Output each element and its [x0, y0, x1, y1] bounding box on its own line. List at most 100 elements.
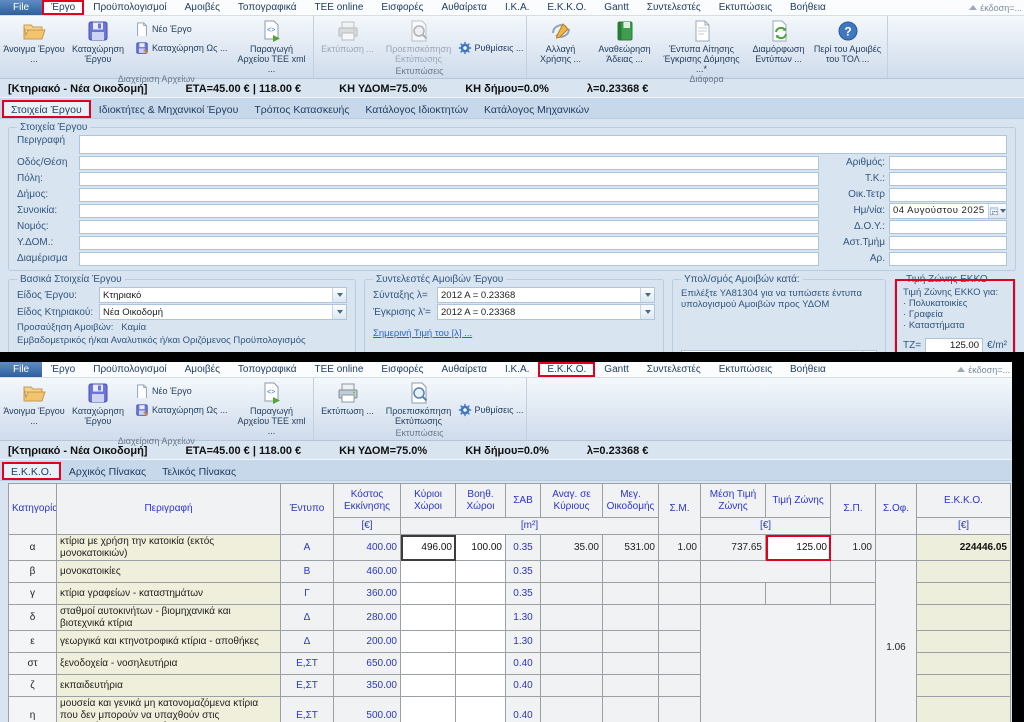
block-input[interactable]: [889, 188, 1007, 202]
menu-item-5[interactable]: ΤΕΕ online: [305, 0, 372, 15]
register-project-button[interactable]: Καταχώρηση Έργου: [66, 378, 130, 426]
calc-method-select[interactable]: ΤΕΕ: [681, 350, 877, 352]
menu-item-2[interactable]: Προϋπολογισμοί: [84, 362, 175, 377]
prefecture-input[interactable]: [79, 220, 819, 234]
cell-main-spaces-ε[interactable]: [401, 631, 456, 653]
ar-input[interactable]: [889, 252, 1007, 266]
cell-aux-spaces-ζ[interactable]: [456, 675, 506, 697]
tab-1[interactable]: Ιδιοκτήτες & Μηχανικοί Έργου: [91, 101, 247, 118]
menu-item-11[interactable]: Συντελεστές: [638, 0, 710, 15]
menu-item-0[interactable]: File: [0, 362, 42, 377]
chevron-down-icon[interactable]: [640, 288, 654, 302]
egrisis-lambda-select[interactable]: 2012 A = 0.23368: [437, 304, 655, 320]
menu-item-5[interactable]: ΤΕΕ online: [305, 362, 372, 377]
menu-item-1[interactable]: Έργο: [42, 0, 84, 15]
about-fees-button[interactable]: ?Περί του Αμοιβές του ΤΟΛ ...: [811, 16, 885, 64]
register-as-button[interactable]: Καταχώρηση Ως ...: [135, 403, 228, 417]
cell-aux-spaces-γ[interactable]: [456, 583, 506, 605]
apartment-input[interactable]: [79, 252, 819, 266]
description-input[interactable]: [79, 135, 1007, 154]
street-input[interactable]: [79, 156, 819, 170]
menu-item-7[interactable]: Αυθαίρετα: [432, 362, 495, 377]
cell-aux-spaces-β[interactable]: [456, 561, 506, 583]
tab-4[interactable]: Κατάλογος Μηχανικών: [476, 101, 597, 118]
change-use-button[interactable]: Αλλαγή Χρήσης ...: [529, 16, 593, 64]
building-type-select[interactable]: Νέα Οικοδομή: [99, 304, 347, 320]
new-project-button[interactable]: Νέο Έργο: [135, 384, 228, 398]
menu-item-11[interactable]: Συντελεστές: [638, 362, 710, 377]
cell-aux-spaces-στ[interactable]: [456, 653, 506, 675]
menu-item-12[interactable]: Εκτυπώσεις: [710, 0, 781, 15]
cell-main-spaces-στ[interactable]: [401, 653, 456, 675]
date-input[interactable]: 04 Αυγούστου 2025: [889, 203, 1007, 219]
settings-button[interactable]: Ρυθμίσεις ...: [458, 41, 524, 55]
menu-item-7[interactable]: Αυθαίρετα: [432, 0, 495, 15]
ydom-input[interactable]: [79, 236, 819, 250]
menu-item-8[interactable]: Ι.Κ.Α.: [496, 0, 538, 15]
menu-item-1[interactable]: Έργο: [42, 362, 84, 377]
cell-main-spaces-δ[interactable]: [401, 605, 456, 631]
city-input[interactable]: [79, 172, 819, 186]
cell-aux-spaces-ε[interactable]: [456, 631, 506, 653]
police-dept-input[interactable]: [889, 236, 1007, 250]
chevron-down-icon[interactable]: [332, 305, 346, 319]
menu-item-10[interactable]: Gantt: [595, 0, 637, 15]
generate-tee-xml-button[interactable]: <>Παραγωγή Αρχείου ΤΕΕ xml ...: [233, 378, 311, 436]
approval-forms-button[interactable]: Έντυπα Αίτησης Έγκρισης Δόμησης ...*: [657, 16, 747, 74]
register-project-button[interactable]: Καταχώρηση Έργου: [66, 16, 130, 64]
project-type-select[interactable]: Κτηριακό: [99, 287, 347, 303]
menu-item-10[interactable]: Gantt: [595, 362, 637, 377]
tab-0[interactable]: Στοιχεία Έργου: [2, 100, 91, 118]
cell-main-spaces-η[interactable]: [401, 697, 456, 722]
cell-main-spaces-β[interactable]: [401, 561, 456, 583]
cell-aux-spaces-α[interactable]: 100.00: [456, 535, 506, 561]
menu-item-4[interactable]: Τοπογραφικά: [229, 0, 306, 15]
menu-item-2[interactable]: Προϋπολογισμοί: [84, 0, 175, 15]
menu-item-3[interactable]: Αμοιβές: [176, 362, 229, 377]
open-project-button[interactable]: Άνοιγμα Έργου ...: [2, 16, 66, 64]
number-input[interactable]: [889, 156, 1007, 170]
district-input[interactable]: [79, 204, 819, 218]
cell-aux-spaces-δ[interactable]: [456, 605, 506, 631]
cell-main-spaces-ζ[interactable]: [401, 675, 456, 697]
tab-2[interactable]: Τρόπος Κατασκευής: [246, 101, 357, 118]
menu-item-9[interactable]: Ε.Κ.Κ.Ο.: [538, 0, 595, 15]
menu-item-12[interactable]: Εκτυπώσεις: [710, 362, 781, 377]
menu-item-3[interactable]: Αμοιβές: [176, 0, 229, 15]
open-project-button[interactable]: Άνοιγμα Έργου ...: [2, 378, 66, 426]
menu-item-6[interactable]: Εισφορές: [372, 0, 432, 15]
chevron-down-icon[interactable]: [640, 305, 654, 319]
settings-button[interactable]: Ρυθμίσεις ...: [458, 403, 524, 417]
license-revision-button[interactable]: Αναθεώρηση Άδειας ...: [593, 16, 657, 64]
menu-item-0[interactable]: File: [0, 0, 42, 15]
menu-item-4[interactable]: Τοπογραφικά: [229, 362, 306, 377]
menu-item-13[interactable]: Βοήθεια: [781, 362, 835, 377]
new-project-button[interactable]: Νέο Έργο: [135, 22, 228, 36]
municipality-input[interactable]: [79, 188, 819, 202]
generate-tee-xml-button[interactable]: <>Παραγωγή Αρχείου ΤΕΕ xml ...: [233, 16, 311, 74]
tz-input[interactable]: 125.00: [925, 338, 983, 352]
format-forms-button[interactable]: Διαμόρφωση Εντύπων ...: [747, 16, 811, 64]
tab-1[interactable]: Αρχικός Πίνακας: [61, 463, 154, 480]
chevron-down-icon[interactable]: [332, 288, 346, 302]
postal-code-input[interactable]: [889, 172, 1007, 186]
menu-item-9[interactable]: Ε.Κ.Κ.Ο.: [538, 362, 595, 377]
cell-zone-price-α[interactable]: 125.00: [766, 535, 831, 561]
tax-office-input[interactable]: [889, 220, 1007, 234]
current-lambda-link[interactable]: Σημερινή Τιμή του [λ] ...: [373, 328, 472, 339]
calendar-icon[interactable]: [988, 204, 1006, 218]
tab-0[interactable]: Ε.Κ.Κ.Ο.: [2, 462, 61, 480]
print-button[interactable]: Εκτύπωση ...: [316, 378, 380, 416]
tab-2[interactable]: Τελικός Πίνακας: [154, 463, 244, 480]
chevron-down-icon[interactable]: [862, 351, 876, 352]
cell-main-spaces-α[interactable]: 496.00: [401, 535, 456, 561]
print-preview-button[interactable]: Προεπισκόπηση Εκτύπωσης: [380, 378, 458, 426]
menu-item-13[interactable]: Βοήθεια: [781, 0, 835, 15]
menu-item-8[interactable]: Ι.Κ.Α.: [496, 362, 538, 377]
tab-3[interactable]: Κατάλογος Ιδιοκτητών: [357, 101, 476, 118]
syntaxis-lambda-select[interactable]: 2012 A = 0.23368: [437, 287, 655, 303]
register-as-button[interactable]: Καταχώρηση Ως ...: [135, 41, 228, 55]
cell-aux-spaces-η[interactable]: [456, 697, 506, 722]
cell-main-spaces-γ[interactable]: [401, 583, 456, 605]
menu-item-6[interactable]: Εισφορές: [372, 362, 432, 377]
